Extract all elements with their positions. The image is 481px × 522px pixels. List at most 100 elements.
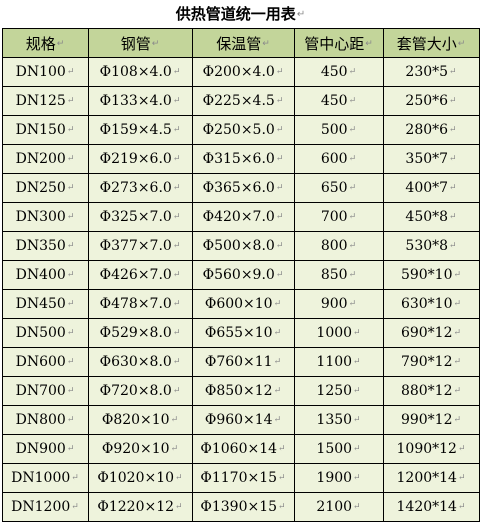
paragraph-mark-icon: ↵ <box>175 473 183 483</box>
cell-value: Φ478×7.0 <box>99 296 172 312</box>
cell-value: 630*10 <box>400 296 453 312</box>
cell-casing-size: 350*7↵ <box>383 144 480 174</box>
cell-spec: DN600↵ <box>2 347 89 377</box>
cell-value: 880*12 <box>400 383 453 399</box>
paragraph-mark-icon: ↵ <box>66 183 75 193</box>
table-header: 规格↵ 钢管↵ 保温管↵ 管中心距↵ 套管大小↵ <box>2 28 480 58</box>
table-row: DN450↵ Φ478×7.0↵ Φ600×10↵ 900↵ 630*10↵ <box>2 289 480 319</box>
cell-value: 690*12 <box>400 325 453 341</box>
paragraph-mark-icon: ↵ <box>353 328 361 338</box>
cell-casing-size: 280*6↵ <box>383 115 480 145</box>
cell-value: DN1000 <box>11 470 71 486</box>
cell-steel-pipe: Φ1220×12↵ <box>88 492 193 522</box>
table-row: DN1200↵ Φ1220×12↵ Φ1390×15↵ 2100↵ 1420*14↵ <box>2 492 480 522</box>
cell-insulated-pipe: Φ1170×15↵ <box>192 463 295 493</box>
cell-value: 280*6 <box>405 122 449 138</box>
cell-value: 1420*14 <box>396 499 457 515</box>
cell-steel-pipe: Φ478×7.0↵ <box>88 289 193 319</box>
cell-spec: DN400↵ <box>2 260 89 290</box>
cell-insulated-pipe: Φ225×4.5↵ <box>192 86 295 116</box>
cell-casing-size: 880*12↵ <box>383 376 480 406</box>
cell-value: DN700 <box>15 383 66 399</box>
cell-center-distance: 800↵ <box>294 231 384 261</box>
paragraph-mark-icon: ↵ <box>172 241 181 251</box>
cell-value: 2100 <box>316 499 353 515</box>
paragraph-mark-icon: ↵ <box>457 444 466 454</box>
cell-value: Φ1020×10 <box>97 470 175 486</box>
cell-value: 650 <box>320 180 348 196</box>
paragraph-mark-icon: ↵ <box>449 67 457 77</box>
paragraph-mark-icon: ↵ <box>275 96 284 106</box>
paragraph-mark-icon: ↵ <box>66 125 75 135</box>
paragraph-mark-icon: ↵ <box>56 39 65 49</box>
paragraph-mark-icon: ↵ <box>275 183 284 193</box>
cell-insulated-pipe: Φ600×10↵ <box>192 289 295 319</box>
cell-value: 800 <box>320 238 348 254</box>
cell-value: Φ850×12 <box>204 383 273 399</box>
paragraph-mark-icon: ↵ <box>348 299 357 309</box>
table-body: DN100↵ Φ108×4.0↵ Φ200×4.0↵ 450↵ 230*5↵ DN125↵… <box>2 57 480 522</box>
cell-spec: DN100↵ <box>2 57 89 87</box>
cell-steel-pipe: Φ273×6.0↵ <box>88 173 193 203</box>
cell-value: Φ250×5.0 <box>202 122 275 138</box>
cell-value: DN450 <box>15 296 66 312</box>
cell-insulated-pipe: Φ560×9.0↵ <box>192 260 295 290</box>
paragraph-mark-icon: ↵ <box>66 415 75 425</box>
paragraph-mark-icon: ↵ <box>262 39 270 49</box>
cell-center-distance: 600↵ <box>294 144 384 174</box>
cell-center-distance: 500↵ <box>294 115 384 145</box>
cell-value: Φ225×4.5 <box>202 93 275 109</box>
cell-value: Φ500×8.0 <box>202 238 275 254</box>
paragraph-mark-icon: ↵ <box>449 241 457 251</box>
cell-steel-pipe: Φ720×8.0↵ <box>88 376 193 406</box>
header-label: 规格 <box>25 34 56 53</box>
table-row: DN250↵ Φ273×6.0↵ Φ365×6.0↵ 650↵ 400*7↵ <box>2 173 480 203</box>
paragraph-mark-icon: ↵ <box>278 444 286 454</box>
paragraph-mark-icon: ↵ <box>348 241 357 251</box>
table-row: DN500↵ Φ529×8.0↵ Φ655×10↵ 1000↵ 690*12↵ <box>2 318 480 348</box>
cell-spec: DN300↵ <box>2 202 89 232</box>
paragraph-mark-icon: ↵ <box>175 502 183 512</box>
cell-value: Φ133×4.0 <box>99 93 172 109</box>
cell-insulated-pipe: Φ850×12↵ <box>192 376 295 406</box>
cell-center-distance: 1350↵ <box>294 405 384 435</box>
table-row: DN600↵ Φ630×8.0↵ Φ760×11↵ 1100↵ 790*12↵ <box>2 347 480 377</box>
cell-spec: DN450↵ <box>2 289 89 319</box>
paragraph-mark-icon: ↵ <box>449 212 457 222</box>
cell-value: Φ820×10 <box>101 412 170 428</box>
cell-value: Φ600×10 <box>204 296 273 312</box>
paragraph-mark-icon: ↵ <box>449 125 457 135</box>
cell-value: 1200*14 <box>396 470 457 486</box>
cell-casing-size: 790*12↵ <box>383 347 480 377</box>
cell-value: 250*6 <box>405 93 449 109</box>
header-insulated-pipe: 保温管↵ <box>192 28 295 58</box>
cell-center-distance: 1250↵ <box>294 376 384 406</box>
table-row: DN1000↵ Φ1020×10↵ Φ1170×15↵ 1900↵ 1200*14↵ <box>2 463 480 493</box>
cell-value: 1000 <box>316 325 353 341</box>
paragraph-mark-icon: ↵ <box>275 154 284 164</box>
cell-center-distance: 1000↵ <box>294 318 384 348</box>
paragraph-mark-icon: ↵ <box>66 328 75 338</box>
paragraph-mark-icon: ↵ <box>71 502 79 512</box>
table-title: 供热管道统一用表↵ <box>0 4 481 24</box>
cell-value: Φ1170×15 <box>200 470 278 486</box>
paragraph-mark-icon: ↵ <box>348 154 357 164</box>
paragraph-mark-icon: ↵ <box>453 415 462 425</box>
paragraph-mark-icon: ↵ <box>275 125 284 135</box>
paragraph-mark-icon: ↵ <box>348 96 357 106</box>
cell-value: 450 <box>320 93 348 109</box>
cell-value: Φ219×6.0 <box>99 151 172 167</box>
cell-value: 900 <box>320 296 348 312</box>
cell-casing-size: 690*12↵ <box>383 318 480 348</box>
paragraph-mark-icon: ↵ <box>66 154 75 164</box>
cell-value: DN500 <box>15 325 66 341</box>
cell-steel-pipe: Φ426×7.0↵ <box>88 260 193 290</box>
cell-insulated-pipe: Φ200×4.0↵ <box>192 57 295 87</box>
paragraph-mark-icon: ↵ <box>453 299 462 309</box>
header-casing-size: 套管大小↵ <box>383 28 480 58</box>
cell-value: 500 <box>320 122 348 138</box>
cell-spec: DN200↵ <box>2 144 89 174</box>
paragraph-mark-icon: ↵ <box>449 96 457 106</box>
paragraph-mark-icon: ↵ <box>172 328 181 338</box>
paragraph-mark-icon: ↵ <box>449 154 457 164</box>
